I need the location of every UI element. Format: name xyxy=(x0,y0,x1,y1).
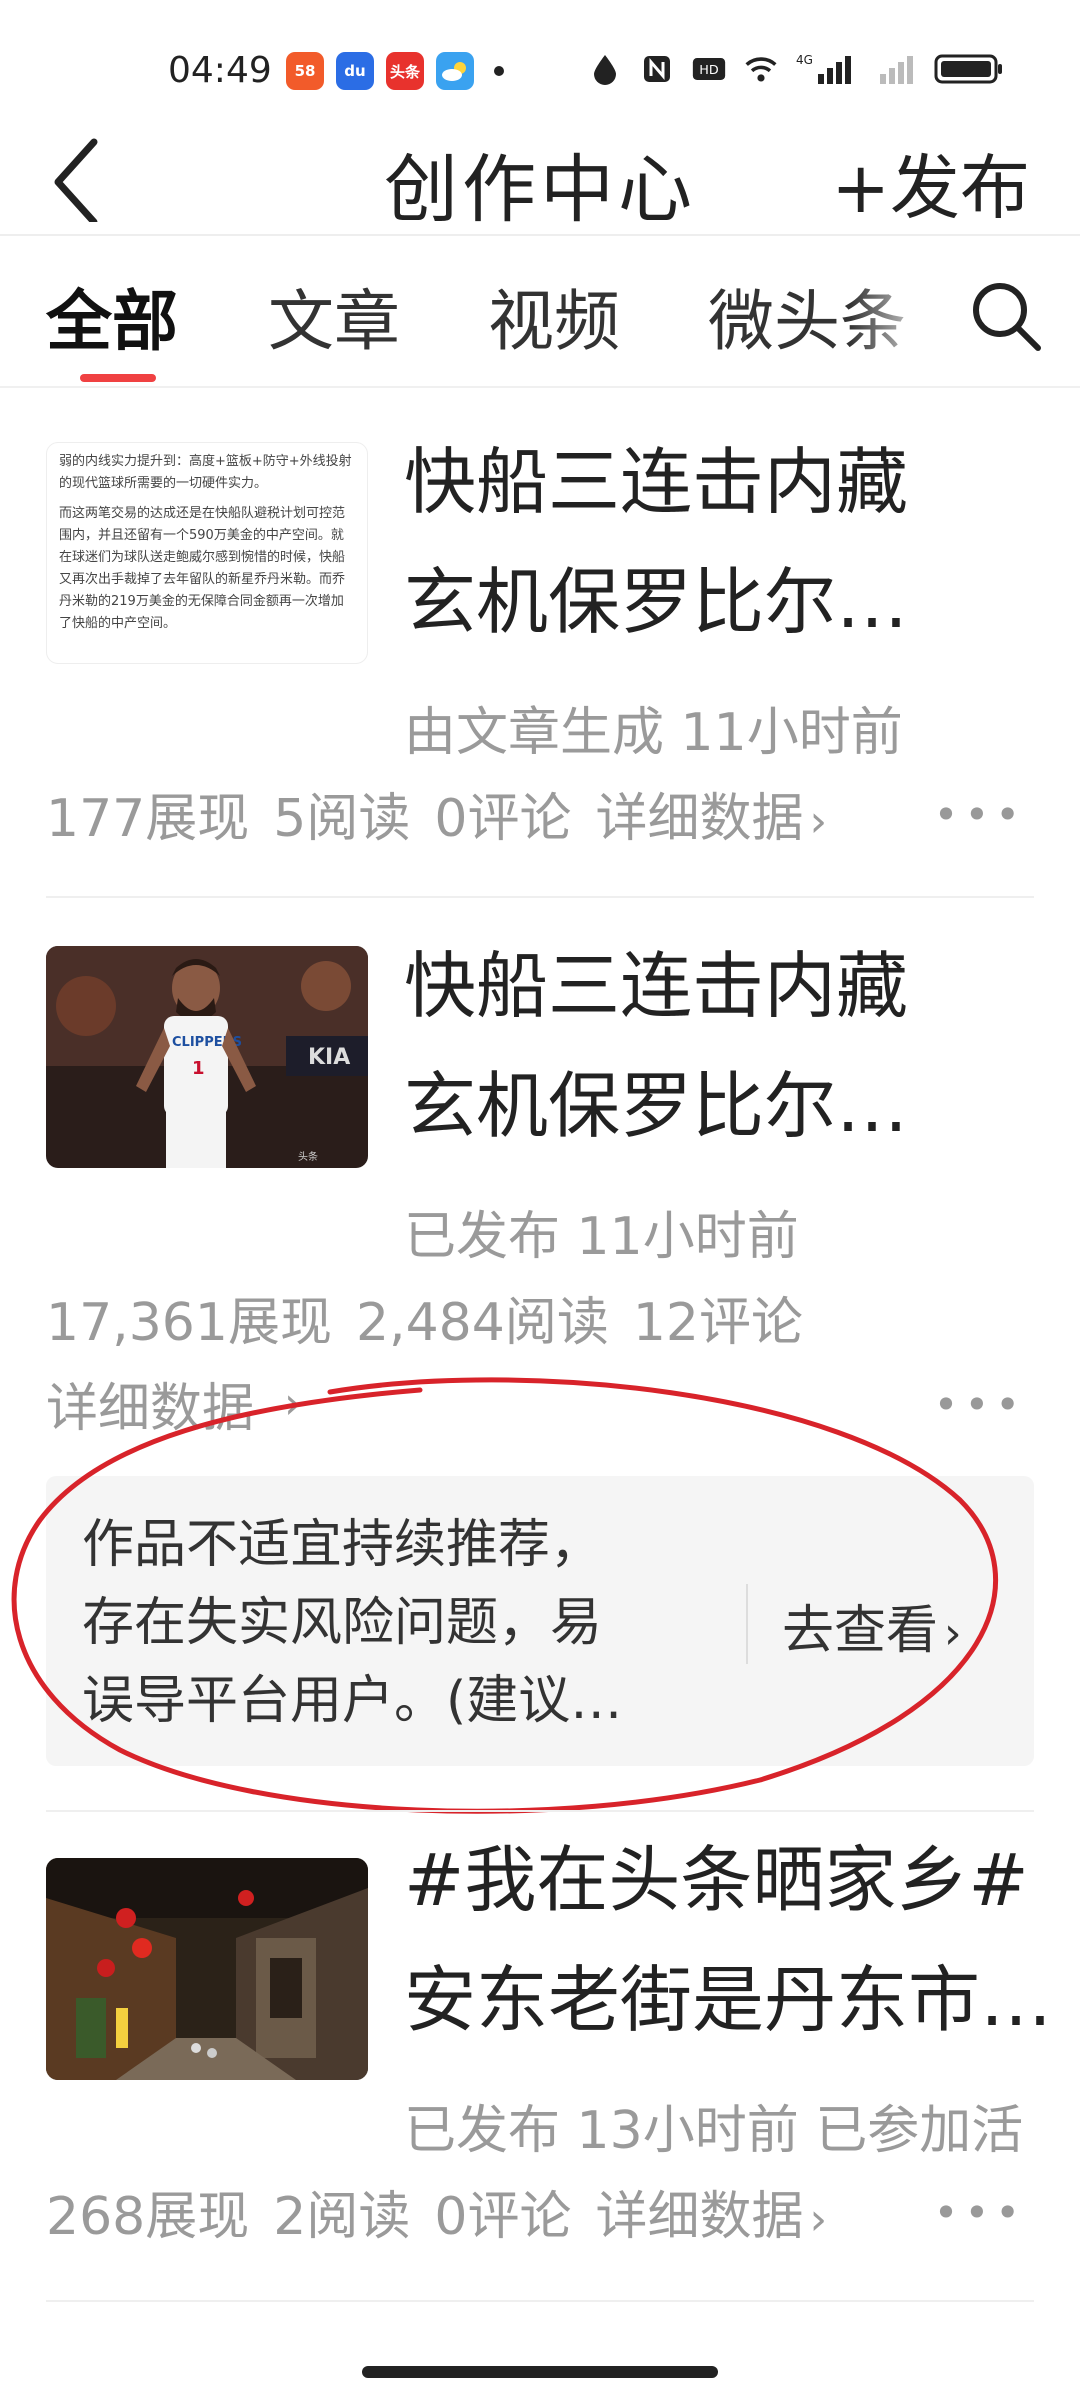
more-options-icon[interactable]: ••• xyxy=(934,2188,1026,2237)
impressions-count: 177展现 xyxy=(46,789,250,849)
item-meta: 已发布 11小时前 xyxy=(404,1207,799,1267)
details-link-label: 详细数据 xyxy=(595,789,804,849)
58-app-icon: 58 xyxy=(286,52,324,90)
content-tabs: 全部 文章 视频 微头条 xyxy=(0,236,1080,388)
tab-videos[interactable]: 视频 xyxy=(488,268,620,364)
status-time: 04:49 xyxy=(168,50,272,91)
divider xyxy=(46,2300,1034,2302)
view-details-button[interactable]: 去查看 › xyxy=(782,1588,962,1663)
reads-count: 2,484阅读 xyxy=(355,1293,609,1353)
item-meta: 已发布 13小时前 已参加活 xyxy=(404,2101,1024,2161)
warning-text: 作品不适宜持续推荐， 存在失实风险问题，易 误导平台用户。(建议… xyxy=(82,1506,742,1740)
chevron-right-icon: › xyxy=(944,1608,962,1659)
svg-text:KIA: KIA xyxy=(308,1045,350,1070)
battery-icon xyxy=(934,52,1004,86)
thumbnail-text: 弱的内线实力提升到：高度+篮板+防守+外线投射的现代篮球所需要的一切硬件实力。 xyxy=(59,454,352,491)
thumbnail-text: 而这两笔交易的达成还是在快船队避税计划可控范围内，并且还留有一个590万美金的中… xyxy=(59,506,346,631)
more-options-icon[interactable]: ••• xyxy=(934,1380,1026,1429)
reads-count: 2阅读 xyxy=(273,2187,411,2247)
item-stats: 17,361展现 2,484阅读 12评论 xyxy=(46,1280,803,1355)
impressions-count: 268展现 xyxy=(46,2187,250,2247)
system-icons: HD 4G xyxy=(588,52,1004,86)
comments-count: 0评论 xyxy=(434,789,572,849)
details-link-label: 详细数据 xyxy=(46,1379,255,1439)
item-title-line: #我在头条晒家乡# xyxy=(404,1838,1029,1922)
details-link[interactable]: 详细数据 › xyxy=(46,1366,302,1441)
recommendation-warning-notice: 作品不适宜持续推荐， 存在失实风险问题，易 误导平台用户。(建议… 去查看 › xyxy=(46,1476,1034,1766)
details-link-label: 详细数据 xyxy=(595,2187,804,2247)
svg-text:头条: 头条 xyxy=(298,1150,318,1163)
notification-app-icons: 58 du 头条 xyxy=(286,52,504,90)
warning-text-line: 作品不适宜持续推荐， xyxy=(82,1515,603,1575)
chevron-right-icon: › xyxy=(809,2194,828,2245)
tabs-fade-overlay xyxy=(850,256,940,356)
tab-articles[interactable]: 文章 xyxy=(268,268,400,364)
article-text-thumbnail: 弱的内线实力提升到：高度+篮板+防守+外线投射的现代篮球所需要的一切硬件实力。 … xyxy=(46,442,368,664)
comments-count: 12评论 xyxy=(632,1293,803,1353)
active-tab-indicator xyxy=(80,374,156,382)
item-title-line: 安东老街是丹东市… xyxy=(404,1958,1053,2042)
do-not-disturb-icon xyxy=(588,52,622,86)
weather-app-icon xyxy=(436,52,474,90)
hd-voice-icon: HD xyxy=(692,52,726,86)
status-bar: 04:49 58 du 头条 HD 4G xyxy=(0,0,1080,120)
search-button[interactable] xyxy=(968,278,1044,354)
nfc-icon xyxy=(640,52,674,86)
basketball-photo-thumbnail: KIA CLIPPERS 1 头条 xyxy=(46,946,368,1168)
item-title-line: 快船三连击内藏 xyxy=(404,944,909,1028)
more-notifications-dot-icon xyxy=(494,66,504,76)
wifi-icon xyxy=(744,52,778,86)
signal-4g-icon: 4G xyxy=(796,52,852,86)
item-title[interactable]: #我在头条晒家乡# 安东老街是丹东市… xyxy=(404,1820,1080,2060)
item-title-line: 玄机保罗比尔… xyxy=(404,560,909,644)
item-title-line: 玄机保罗比尔… xyxy=(404,1064,909,1148)
item-stats: 177展现 5阅读 0评论 详细数据 › xyxy=(46,776,827,851)
network-type-label: 4G xyxy=(796,53,813,67)
chevron-right-icon: › xyxy=(284,1378,302,1429)
svg-text:HD: HD xyxy=(699,63,719,78)
app-header: 创作中心 +发布 xyxy=(0,118,1080,236)
divider xyxy=(46,896,1034,898)
item-title[interactable]: 快船三连击内藏 玄机保罗比尔… xyxy=(404,926,1064,1166)
toutiao-app-icon: 头条 xyxy=(386,52,424,90)
publish-button[interactable]: +发布 xyxy=(831,132,1030,233)
item-stats: 268展现 2阅读 0评论 详细数据 › xyxy=(46,2174,827,2249)
warning-text-line: 误导平台用户。(建议… xyxy=(82,1671,623,1731)
impressions-count: 17,361展现 xyxy=(46,1293,332,1353)
item-meta: 由文章生成 11小时前 xyxy=(404,703,903,763)
view-details-label: 去查看 xyxy=(782,1601,939,1661)
baidu-app-icon: du xyxy=(336,52,374,90)
svg-text:1: 1 xyxy=(192,1058,205,1079)
tab-all[interactable]: 全部 xyxy=(46,268,178,364)
chevron-right-icon: › xyxy=(809,796,828,847)
divider xyxy=(46,1810,1034,1812)
home-indicator[interactable] xyxy=(362,2366,718,2378)
warning-text-line: 存在失实风险问题，易 xyxy=(82,1593,603,1653)
more-options-icon[interactable]: ••• xyxy=(934,790,1026,839)
item-title[interactable]: 快船三连击内藏 玄机保罗比尔… xyxy=(404,422,1064,662)
details-link[interactable]: 详细数据 › xyxy=(595,776,827,851)
search-icon xyxy=(973,283,1041,351)
comments-count: 0评论 xyxy=(434,2187,572,2247)
reads-count: 5阅读 xyxy=(273,789,411,849)
signal-sim2-icon xyxy=(870,52,916,86)
details-link[interactable]: 详细数据 › xyxy=(595,2174,827,2249)
notice-divider xyxy=(746,1584,748,1664)
old-street-photo-thumbnail xyxy=(46,1858,368,2080)
item-title-line: 快船三连击内藏 xyxy=(404,440,909,524)
